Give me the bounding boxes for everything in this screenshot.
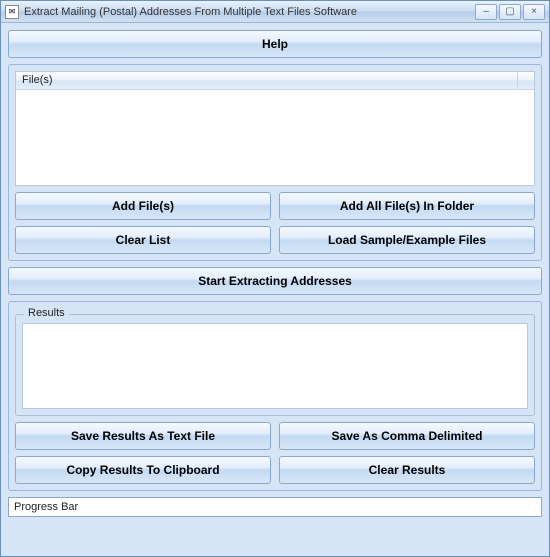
save-csv-button[interactable]: Save As Comma Delimited	[279, 422, 535, 450]
client-area: Help File(s) Add File(s) Add All File(s)…	[1, 23, 549, 556]
results-legend: Results	[24, 307, 69, 319]
results-fieldset: Results	[15, 314, 535, 416]
window-controls: – ▢ ×	[475, 4, 545, 20]
help-button[interactable]: Help	[8, 30, 542, 58]
files-list[interactable]	[15, 90, 535, 186]
save-text-button[interactable]: Save Results As Text File	[15, 422, 271, 450]
close-button[interactable]: ×	[523, 4, 545, 20]
results-box[interactable]	[22, 323, 528, 409]
files-header-spacer	[518, 72, 534, 89]
start-button[interactable]: Start Extracting Addresses	[8, 267, 542, 295]
add-files-button[interactable]: Add File(s)	[15, 192, 271, 220]
progress-bar: Progress Bar	[8, 497, 542, 517]
clear-results-button[interactable]: Clear Results	[279, 456, 535, 484]
results-buttons-row2: Copy Results To Clipboard Clear Results	[15, 456, 535, 484]
app-icon: ✉	[5, 5, 19, 19]
minimize-button[interactable]: –	[475, 4, 497, 20]
files-list-container: File(s)	[15, 71, 535, 186]
titlebar[interactable]: ✉ Extract Mailing (Postal) Addresses Fro…	[1, 1, 549, 23]
file-buttons-row1: Add File(s) Add All File(s) In Folder	[15, 192, 535, 220]
add-folder-button[interactable]: Add All File(s) In Folder	[279, 192, 535, 220]
files-list-header[interactable]: File(s)	[15, 71, 535, 90]
main-window: ✉ Extract Mailing (Postal) Addresses Fro…	[0, 0, 550, 557]
clear-list-button[interactable]: Clear List	[15, 226, 271, 254]
file-buttons-row2: Clear List Load Sample/Example Files	[15, 226, 535, 254]
window-title: Extract Mailing (Postal) Addresses From …	[24, 6, 475, 18]
results-buttons-row1: Save Results As Text File Save As Comma …	[15, 422, 535, 450]
load-sample-button[interactable]: Load Sample/Example Files	[279, 226, 535, 254]
copy-clipboard-button[interactable]: Copy Results To Clipboard	[15, 456, 271, 484]
files-column-header[interactable]: File(s)	[16, 72, 518, 89]
files-panel: File(s) Add File(s) Add All File(s) In F…	[8, 64, 542, 261]
maximize-button[interactable]: ▢	[499, 4, 521, 20]
results-panel: Results Save Results As Text File Save A…	[8, 301, 542, 491]
progress-label: Progress Bar	[14, 501, 78, 513]
